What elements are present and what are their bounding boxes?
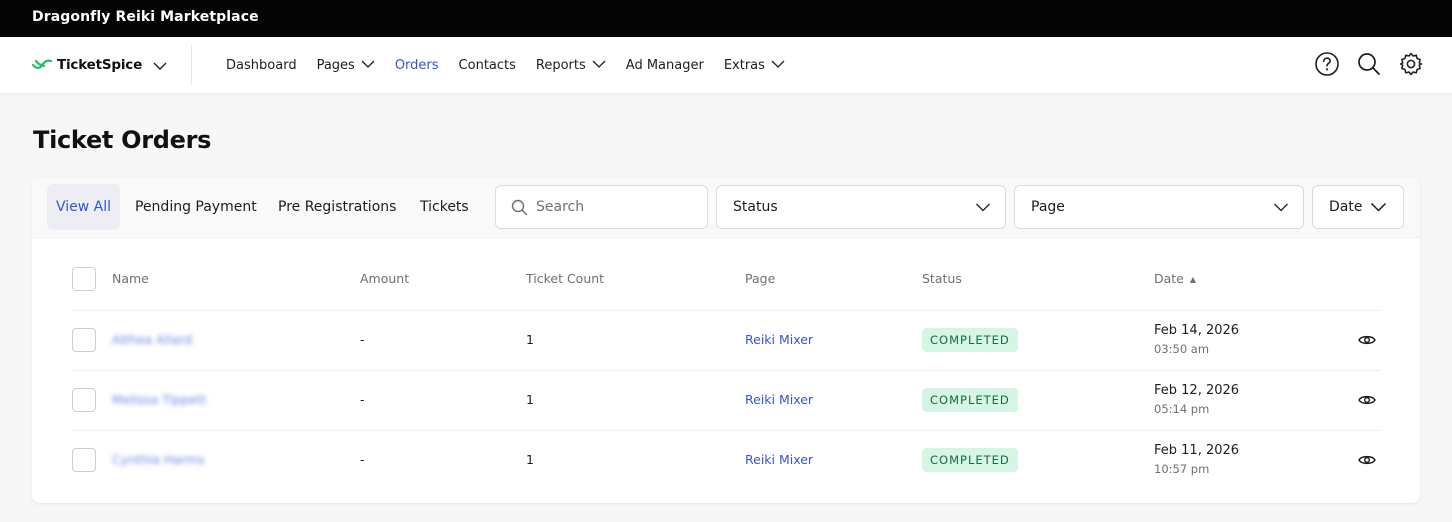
search-box[interactable] xyxy=(495,185,708,229)
search-icon[interactable] xyxy=(1356,51,1382,77)
tab-tickets[interactable]: Tickets xyxy=(420,184,469,230)
page-filter-select[interactable]: Page xyxy=(1014,185,1304,229)
nav-item-label: Contacts xyxy=(458,57,516,73)
nav-item-extras[interactable]: Extras xyxy=(724,58,785,73)
gear-icon[interactable] xyxy=(1398,51,1424,77)
main-nav: TicketSpice Dashboard Pages Orders Conta… xyxy=(0,37,1452,94)
page-link[interactable]: Reiki Mixer xyxy=(745,392,813,407)
tab-pre-registrations[interactable]: Pre Registrations xyxy=(278,184,396,230)
chevron-down-icon xyxy=(975,201,991,217)
page-link[interactable]: Reiki Mixer xyxy=(745,452,813,467)
nav-item-label: Orders xyxy=(394,57,439,73)
amount-cell: - xyxy=(360,332,365,347)
page-link[interactable]: Reiki Mixer xyxy=(745,332,813,347)
column-header-date[interactable]: Date ▲ xyxy=(1154,271,1196,286)
chevron-down-icon xyxy=(361,58,375,73)
table-header: Name Amount Ticket Count Page Status Dat… xyxy=(72,265,1380,311)
order-date: Feb 12, 2026 xyxy=(1154,383,1240,398)
customer-name-link[interactable]: Althea Allard xyxy=(112,332,192,347)
customer-name-link[interactable]: Melissa Tippett xyxy=(112,392,206,407)
page-filter-label: Page xyxy=(1031,199,1065,215)
ticket-count-cell: 1 xyxy=(526,452,534,467)
column-header-amount[interactable]: Amount xyxy=(360,271,409,286)
tab-label: Pending Payment xyxy=(135,199,257,215)
row-checkbox[interactable] xyxy=(72,388,96,412)
date-cell: Feb 12, 2026 05:14 pm xyxy=(1154,383,1239,416)
column-header-page[interactable]: Page xyxy=(745,271,775,286)
tab-label: Tickets xyxy=(420,199,469,215)
status-filter-select[interactable]: Status xyxy=(716,185,1006,229)
status-badge: COMPLETED xyxy=(922,448,1018,472)
status-badge: COMPLETED xyxy=(922,328,1018,352)
order-date: Feb 11, 2026 xyxy=(1154,443,1240,458)
orders-card: View All Pending Payment Pre Registratio… xyxy=(32,177,1420,503)
ticket-count-cell: 1 xyxy=(526,392,534,407)
chevron-down-icon xyxy=(771,58,785,73)
ticket-count-cell: 1 xyxy=(526,332,534,347)
row-checkbox[interactable] xyxy=(72,328,96,352)
date-filter-label: Date xyxy=(1329,199,1363,215)
sort-ascending-icon: ▲ xyxy=(1189,275,1197,284)
nav-item-label: Pages xyxy=(316,57,355,73)
view-order-eye-icon[interactable] xyxy=(1358,392,1376,411)
tab-view-all[interactable]: View All xyxy=(47,184,121,230)
nav-item-label: Extras xyxy=(723,57,765,73)
date-cell: Feb 14, 2026 03:50 am xyxy=(1154,323,1239,356)
column-header-name[interactable]: Name xyxy=(112,271,149,286)
column-header-date-label: Date xyxy=(1154,271,1184,286)
nav-item-ad-manager[interactable]: Ad Manager xyxy=(626,58,704,73)
view-order-eye-icon[interactable] xyxy=(1358,452,1376,471)
table-row[interactable]: Melissa Tippett - 1 Reiki Mixer COMPLETE… xyxy=(72,371,1380,431)
chevron-down-icon xyxy=(153,56,167,75)
filter-bar: View All Pending Payment Pre Registratio… xyxy=(32,177,1420,238)
nav-item-label: Ad Manager xyxy=(625,57,704,73)
search-input[interactable] xyxy=(536,199,686,215)
column-header-ticket-count[interactable]: Ticket Count xyxy=(526,271,604,286)
amount-cell: - xyxy=(360,392,365,407)
search-icon xyxy=(511,199,528,216)
date-cell: Feb 11, 2026 10:57 pm xyxy=(1154,443,1239,476)
nav-item-label: Dashboard xyxy=(226,57,297,73)
date-filter-select[interactable]: Date xyxy=(1312,185,1404,229)
tab-pending-payment[interactable]: Pending Payment xyxy=(135,184,257,230)
table-row[interactable]: Cynthia Harms - 1 Reiki Mixer COMPLETED … xyxy=(72,431,1380,491)
help-icon[interactable] xyxy=(1314,51,1340,77)
table-row[interactable]: Althea Allard - 1 Reiki Mixer COMPLETED … xyxy=(72,311,1380,371)
order-time: 10:57 pm xyxy=(1154,462,1210,476)
nav-item-contacts[interactable]: Contacts xyxy=(459,58,516,73)
order-date: Feb 14, 2026 xyxy=(1154,323,1240,338)
nav-item-pages[interactable]: Pages xyxy=(317,58,375,73)
chevron-down-icon xyxy=(592,58,606,73)
tab-label: Pre Registrations xyxy=(278,199,397,215)
nav-items: Dashboard Pages Orders Contacts Reports … xyxy=(226,58,785,73)
tab-label: View All xyxy=(56,199,112,215)
brand-name: TicketSpice xyxy=(57,57,143,73)
amount-cell: - xyxy=(360,452,365,467)
page-title: Ticket Orders xyxy=(33,126,212,154)
customer-name-link[interactable]: Cynthia Harms xyxy=(112,452,205,467)
status-badge: COMPLETED xyxy=(922,388,1018,412)
chevron-down-icon xyxy=(1370,201,1387,217)
nav-item-reports[interactable]: Reports xyxy=(536,58,606,73)
nav-item-orders[interactable]: Orders xyxy=(395,58,439,73)
nav-item-dashboard[interactable]: Dashboard xyxy=(226,58,297,73)
app-title: Dragonfly Reiki Marketplace xyxy=(32,9,259,25)
column-header-status[interactable]: Status xyxy=(922,271,962,286)
nav-icon-group xyxy=(1314,51,1424,77)
view-order-eye-icon[interactable] xyxy=(1358,332,1376,351)
row-checkbox[interactable] xyxy=(72,448,96,472)
brand-switcher[interactable]: TicketSpice xyxy=(31,45,193,85)
order-time: 05:14 pm xyxy=(1154,402,1210,416)
app-title-bar: Dragonfly Reiki Marketplace xyxy=(0,0,1452,37)
status-filter-label: Status xyxy=(733,199,778,215)
select-all-checkbox[interactable] xyxy=(72,267,96,291)
nav-item-label: Reports xyxy=(535,57,586,73)
order-time: 03:50 am xyxy=(1154,342,1210,356)
chevron-down-icon xyxy=(1273,201,1289,217)
ticketspice-logo-icon xyxy=(31,56,53,75)
